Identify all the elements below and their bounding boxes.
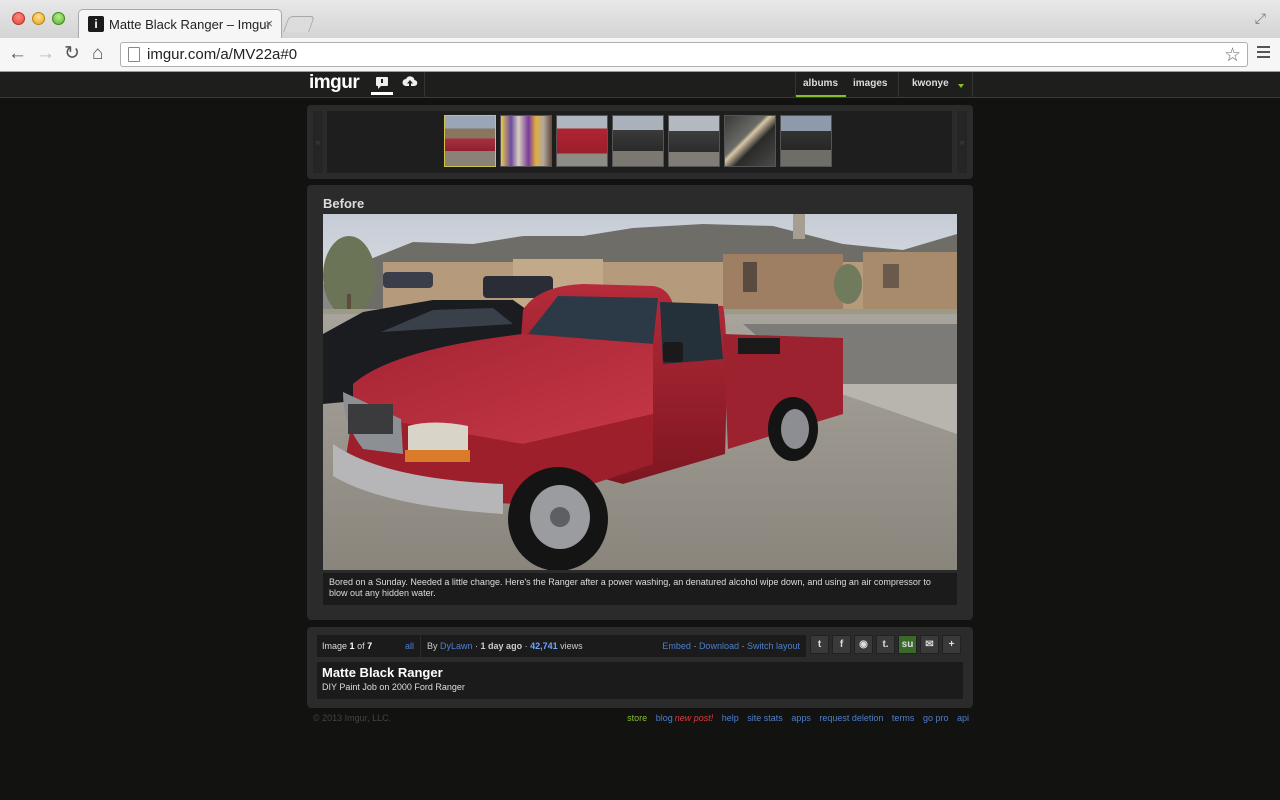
album-title: Matte Black Ranger xyxy=(322,665,443,680)
email-icon[interactable]: ✉ xyxy=(920,635,939,654)
reddit-icon[interactable]: ◉ xyxy=(854,635,873,654)
footer-go-pro-link[interactable]: go pro xyxy=(923,713,949,723)
back-icon[interactable]: ← xyxy=(8,43,27,65)
address-bar[interactable]: imgur.com/a/MV22a#0 ☆ xyxy=(120,42,1248,67)
imgur-header: imgur albums images kwonye xyxy=(0,72,1280,98)
nav-images[interactable]: images xyxy=(853,78,887,89)
twitter-icon[interactable]: t xyxy=(810,635,829,654)
album-image[interactable] xyxy=(323,214,957,570)
download-link[interactable]: Download xyxy=(699,641,739,651)
by-label: By xyxy=(427,641,438,651)
reload-icon[interactable]: ↻ xyxy=(64,43,80,65)
album-details: Matte Black Ranger DIY Paint Job on 2000… xyxy=(317,662,963,699)
thumbnail-red-truck-masked[interactable] xyxy=(556,115,608,167)
thumbnail-black-truck-finished[interactable] xyxy=(780,115,832,167)
red-truck-photo xyxy=(323,214,957,570)
facebook-icon[interactable]: f xyxy=(832,635,851,654)
embed-link[interactable]: Embed xyxy=(662,641,691,651)
url-text[interactable]: imgur.com/a/MV22a#0 xyxy=(147,46,297,63)
imgur-favicon-icon: i xyxy=(88,16,104,32)
header-divider xyxy=(972,72,973,98)
album-description: DIY Paint Job on 2000 Ford Ranger xyxy=(322,682,465,692)
plus-icon[interactable]: + xyxy=(942,635,961,654)
browser-titlebar: i Matte Black Ranger – Imgur × ⤢ xyxy=(0,0,1280,39)
footer-help-link[interactable]: help xyxy=(722,713,739,723)
nav-albums[interactable]: albums xyxy=(803,78,838,89)
footer-site-stats-link[interactable]: site stats xyxy=(747,713,783,723)
counter-of: of xyxy=(357,641,365,651)
views-label: views xyxy=(560,641,583,651)
header-divider xyxy=(898,72,899,98)
tab-title: Matte Black Ranger – Imgur xyxy=(109,17,271,32)
album-info-panel: Image 1 of 7 all By DyLawn · 1 day ago ·… xyxy=(307,627,973,708)
footer-request-deletion-link[interactable]: request deletion xyxy=(819,713,883,723)
browser-toolbar: ← → ↻ ⌂ imgur.com/a/MV22a#0 ☆ xyxy=(0,38,1280,72)
forward-icon[interactable]: → xyxy=(36,43,55,65)
header-divider xyxy=(424,72,425,98)
stumbleupon-icon[interactable]: su xyxy=(898,635,917,654)
tab-close-icon[interactable]: × xyxy=(265,16,273,31)
footer-terms-link[interactable]: terms xyxy=(892,713,915,723)
counter-current: 1 xyxy=(349,641,355,651)
views-count: 42,741 xyxy=(530,641,558,651)
footer-store-link[interactable]: store xyxy=(627,713,647,723)
thumbnail-paint-supplies[interactable] xyxy=(500,115,552,167)
zoom-window-button[interactable] xyxy=(52,12,65,25)
posted-time: 1 day ago xyxy=(480,641,523,651)
image-panel: Before Bored on a Sunday. Needed a littl… xyxy=(307,185,973,620)
thumb-scroll-right-icon[interactable]: » xyxy=(957,111,967,173)
thumbnail-black-truck-front[interactable] xyxy=(612,115,664,167)
author-link[interactable]: DyLawn xyxy=(440,641,473,651)
image-title: Before xyxy=(323,196,365,211)
bookmark-star-icon[interactable]: ☆ xyxy=(1224,44,1241,67)
upload-icon[interactable] xyxy=(399,75,421,95)
footer-new-post-badge[interactable]: new post! xyxy=(675,713,714,723)
footer-blog-link[interactable]: blog xyxy=(656,713,673,723)
fullscreen-icon[interactable]: ⤢ xyxy=(1255,10,1266,27)
browser-tab[interactable]: i Matte Black Ranger – Imgur × xyxy=(78,9,282,39)
tumblr-icon[interactable]: t. xyxy=(876,635,895,654)
chevron-down-icon[interactable] xyxy=(958,84,964,88)
active-nav-indicator xyxy=(796,95,846,97)
footer-apps-link[interactable]: apps xyxy=(791,713,811,723)
thumbnail-black-truck-angle[interactable] xyxy=(668,115,720,167)
image-meta: By DyLawn · 1 day ago · 42,741 views Emb… xyxy=(421,635,806,657)
page-icon xyxy=(128,47,140,62)
home-icon[interactable]: ⌂ xyxy=(92,43,103,65)
gallery-icon[interactable] xyxy=(371,75,393,95)
close-window-button[interactable] xyxy=(12,12,25,25)
counter-total: 7 xyxy=(367,641,373,651)
minimize-window-button[interactable] xyxy=(32,12,45,25)
image-caption: Bored on a Sunday. Needed a little chang… xyxy=(323,573,957,605)
footer-links: store blog new post! help site stats apps… xyxy=(621,713,969,723)
thumb-scroll-left-icon[interactable]: « xyxy=(313,111,323,173)
copyright: © 2013 Imgur, LLC. xyxy=(313,713,392,723)
browser-menu-icon[interactable] xyxy=(1257,46,1270,59)
thumbnail-black-panel[interactable] xyxy=(724,115,776,167)
user-menu[interactable]: kwonye xyxy=(912,78,949,89)
thumbnail-red-truck-before[interactable] xyxy=(444,115,496,167)
new-tab-button[interactable] xyxy=(283,16,315,32)
footer-api-link[interactable]: api xyxy=(957,713,969,723)
imgur-logo[interactable]: imgur xyxy=(309,72,360,94)
counter-label: Image xyxy=(322,641,348,651)
image-counter: Image 1 of 7 all xyxy=(317,635,420,657)
switch-layout-link[interactable]: Switch layout xyxy=(747,641,800,651)
view-all-link[interactable]: all xyxy=(405,641,414,651)
thumbnail-strip: « » xyxy=(307,105,973,179)
